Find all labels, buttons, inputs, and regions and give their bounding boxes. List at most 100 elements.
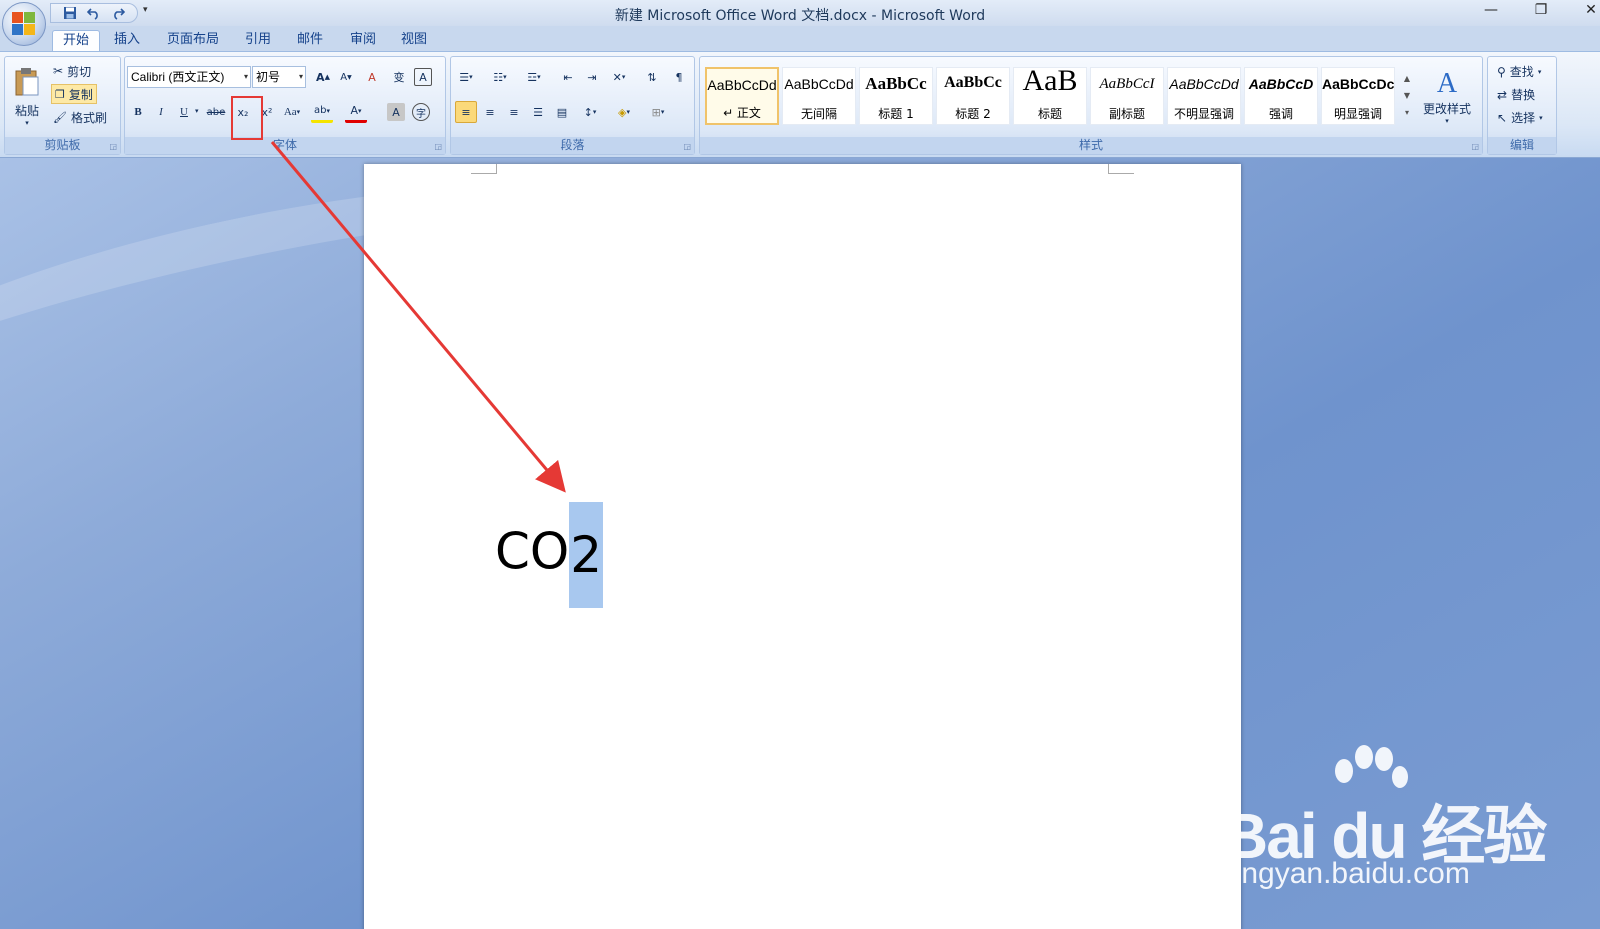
grow-font-button[interactable]: A ▲ bbox=[312, 66, 334, 88]
distributed-button[interactable]: ▤ bbox=[551, 101, 573, 123]
bullets-button[interactable]: ☰ ▾ bbox=[455, 66, 477, 88]
increase-indent-button[interactable]: ⇥ bbox=[581, 66, 603, 88]
style-preview: AaBbCc bbox=[865, 74, 927, 93]
style-emphasis[interactable]: AaBbCcD 强调 bbox=[1244, 67, 1318, 125]
char-border-button[interactable]: A bbox=[414, 68, 432, 86]
find-button[interactable]: ⚲ 查找 ▾ bbox=[1497, 63, 1541, 80]
annotation-highlight-box bbox=[231, 96, 263, 140]
chevron-down-icon[interactable]: ▾ bbox=[299, 67, 303, 87]
styles-scroll[interactable]: ▲ ▼ ▾ bbox=[1400, 65, 1414, 125]
copy-button[interactable]: ❐ 复制 bbox=[51, 84, 97, 104]
tab-home[interactable]: 开始 bbox=[52, 30, 101, 52]
borders-button[interactable]: ⊞ ▾ bbox=[647, 101, 669, 123]
align-right-button[interactable]: ≡ bbox=[503, 101, 525, 123]
replace-button[interactable]: ⇄ 替换 bbox=[1497, 86, 1535, 103]
restore-button[interactable]: ❐ bbox=[1526, 2, 1556, 18]
sort-icon: ⇅ bbox=[647, 70, 657, 84]
shading-button[interactable]: ◈ ▾ bbox=[613, 101, 635, 123]
change-styles-label: 更改样式 bbox=[1422, 101, 1471, 116]
phonetic-guide-button[interactable]: 变 bbox=[388, 66, 410, 88]
font-size-combo[interactable]: 初号 ▾ bbox=[252, 66, 306, 88]
close-button[interactable]: ✕ bbox=[1576, 2, 1600, 18]
selected-text[interactable]: 2 bbox=[569, 502, 604, 608]
strikethrough-button[interactable]: abe bbox=[205, 101, 227, 123]
select-button[interactable]: ↖ 选择 ▾ bbox=[1497, 109, 1543, 126]
multilevel-list-button[interactable]: ☲ ▾ bbox=[523, 66, 545, 88]
cut-label: 剪切 bbox=[67, 64, 92, 79]
office-logo-icon bbox=[12, 12, 36, 36]
align-right-icon: ≡ bbox=[509, 105, 519, 119]
paste-icon bbox=[15, 67, 39, 95]
ribbon-tabs: 开始 插入 页面布局 引用 邮件 审阅 视图 bbox=[0, 26, 1600, 52]
tab-references[interactable]: 引用 bbox=[235, 30, 281, 52]
cursor-icon: ↖ bbox=[1497, 110, 1508, 125]
editing-group: ⚲ 查找 ▾ ⇄ 替换 ↖ 选择 ▾ 编辑 bbox=[1487, 56, 1557, 155]
tab-page-layout[interactable]: 页面布局 bbox=[157, 30, 229, 52]
document-page[interactable]: CO2 bbox=[364, 164, 1241, 929]
replace-label: 替换 bbox=[1511, 88, 1536, 102]
decrease-indent-button[interactable]: ⇤ bbox=[557, 66, 579, 88]
dialog-launcher-icon[interactable]: ◲ bbox=[434, 142, 442, 151]
style-name: 强调 bbox=[1268, 107, 1293, 121]
minimize-button[interactable]: — bbox=[1476, 2, 1506, 18]
paint-bucket-icon: ◈ bbox=[618, 105, 627, 119]
font-name-combo[interactable]: Calibri (西文正文) ▾ bbox=[127, 66, 251, 88]
cut-button[interactable]: ✂ 剪切 bbox=[53, 61, 91, 81]
style-normal[interactable]: AaBbCcDd ↵ 正文 bbox=[705, 67, 779, 125]
style-subtitle[interactable]: AaBbCcI 副标题 bbox=[1090, 67, 1164, 125]
line-spacing-button[interactable]: ↕ ▾ bbox=[579, 101, 601, 123]
document-text[interactable]: CO2 bbox=[495, 502, 604, 608]
justify-icon: ☰ bbox=[533, 105, 543, 119]
sort-button[interactable]: ⇅ bbox=[641, 66, 663, 88]
decrease-indent-icon: ⇤ bbox=[563, 70, 573, 84]
chevron-down-icon[interactable]: ▾ bbox=[195, 107, 199, 115]
style-no-spacing[interactable]: AaBbCcDd 无间隔 bbox=[782, 67, 856, 125]
change-styles-button[interactable]: A 更改样式 ▾ bbox=[1416, 63, 1478, 129]
shrink-font-button[interactable]: A ▼ bbox=[335, 66, 357, 88]
align-center-button[interactable]: ≡ bbox=[479, 101, 501, 123]
char-shading-button[interactable]: A bbox=[387, 103, 405, 121]
font-color-button[interactable]: A ▾ bbox=[345, 101, 367, 123]
style-heading-2[interactable]: AaBbCc 标题 2 bbox=[936, 67, 1010, 125]
scissors-icon: ✂ bbox=[53, 64, 64, 78]
tab-review[interactable]: 审阅 bbox=[340, 30, 386, 52]
style-intense-emphasis[interactable]: AaBbCcDc 明显强调 bbox=[1321, 67, 1395, 125]
increase-indent-icon: ⇥ bbox=[587, 70, 597, 84]
style-name: 标题 bbox=[1037, 107, 1062, 121]
chevron-down-icon[interactable]: ▼ bbox=[1404, 91, 1410, 100]
style-preview: AaBbCcDd bbox=[784, 76, 854, 92]
style-subtle-emphasis[interactable]: AaBbCcDd 不明显强调 bbox=[1167, 67, 1241, 125]
tab-mailings[interactable]: 邮件 bbox=[287, 30, 333, 52]
tab-view[interactable]: 视图 bbox=[391, 30, 437, 52]
chevron-up-icon[interactable]: ▲ bbox=[1404, 74, 1410, 83]
format-painter-button[interactable]: 🖌 格式刷 bbox=[53, 107, 107, 127]
clear-format-button[interactable]: A bbox=[361, 66, 383, 88]
styles-group: AaBbCcDd ↵ 正文 AaBbCcDd 无间隔 AaBbCc 标题 1 A… bbox=[699, 56, 1483, 155]
bold-button[interactable]: B bbox=[127, 101, 149, 123]
align-center-icon: ≡ bbox=[485, 105, 495, 119]
enclose-char-button[interactable]: 字 bbox=[412, 103, 430, 121]
highlight-button[interactable]: ab ▾ bbox=[311, 101, 333, 123]
more-icon[interactable]: ▾ bbox=[1405, 108, 1409, 117]
dialog-launcher-icon[interactable]: ◲ bbox=[683, 142, 691, 151]
style-name: 明显强调 bbox=[1333, 107, 1382, 121]
copy-label: 复制 bbox=[68, 87, 93, 102]
dialog-launcher-icon[interactable]: ◲ bbox=[109, 142, 117, 151]
paste-button[interactable]: 粘贴 ▾ bbox=[9, 61, 45, 131]
change-case-button[interactable]: Aa ▾ bbox=[281, 101, 303, 123]
align-left-button[interactable]: ≡ bbox=[455, 101, 477, 123]
style-heading-1[interactable]: AaBbCc 标题 1 bbox=[859, 67, 933, 125]
italic-button[interactable]: I bbox=[150, 101, 172, 123]
underline-button[interactable]: U bbox=[173, 101, 195, 123]
dialog-launcher-icon[interactable]: ◲ bbox=[1471, 142, 1479, 151]
change-styles-icon: A bbox=[1436, 67, 1458, 99]
chevron-down-icon[interactable]: ▾ bbox=[244, 67, 248, 87]
office-button[interactable] bbox=[2, 2, 46, 46]
numbering-button[interactable]: ☷ ▾ bbox=[489, 66, 511, 88]
tab-insert[interactable]: 插入 bbox=[104, 30, 150, 52]
style-title[interactable]: AaB 标题 bbox=[1013, 64, 1087, 125]
show-marks-button[interactable]: ¶ bbox=[668, 66, 690, 88]
justify-button[interactable]: ☰ bbox=[527, 101, 549, 123]
select-label: 选择 bbox=[1511, 111, 1536, 125]
chinese-layout-button[interactable]: ✕ ▾ bbox=[608, 66, 630, 88]
